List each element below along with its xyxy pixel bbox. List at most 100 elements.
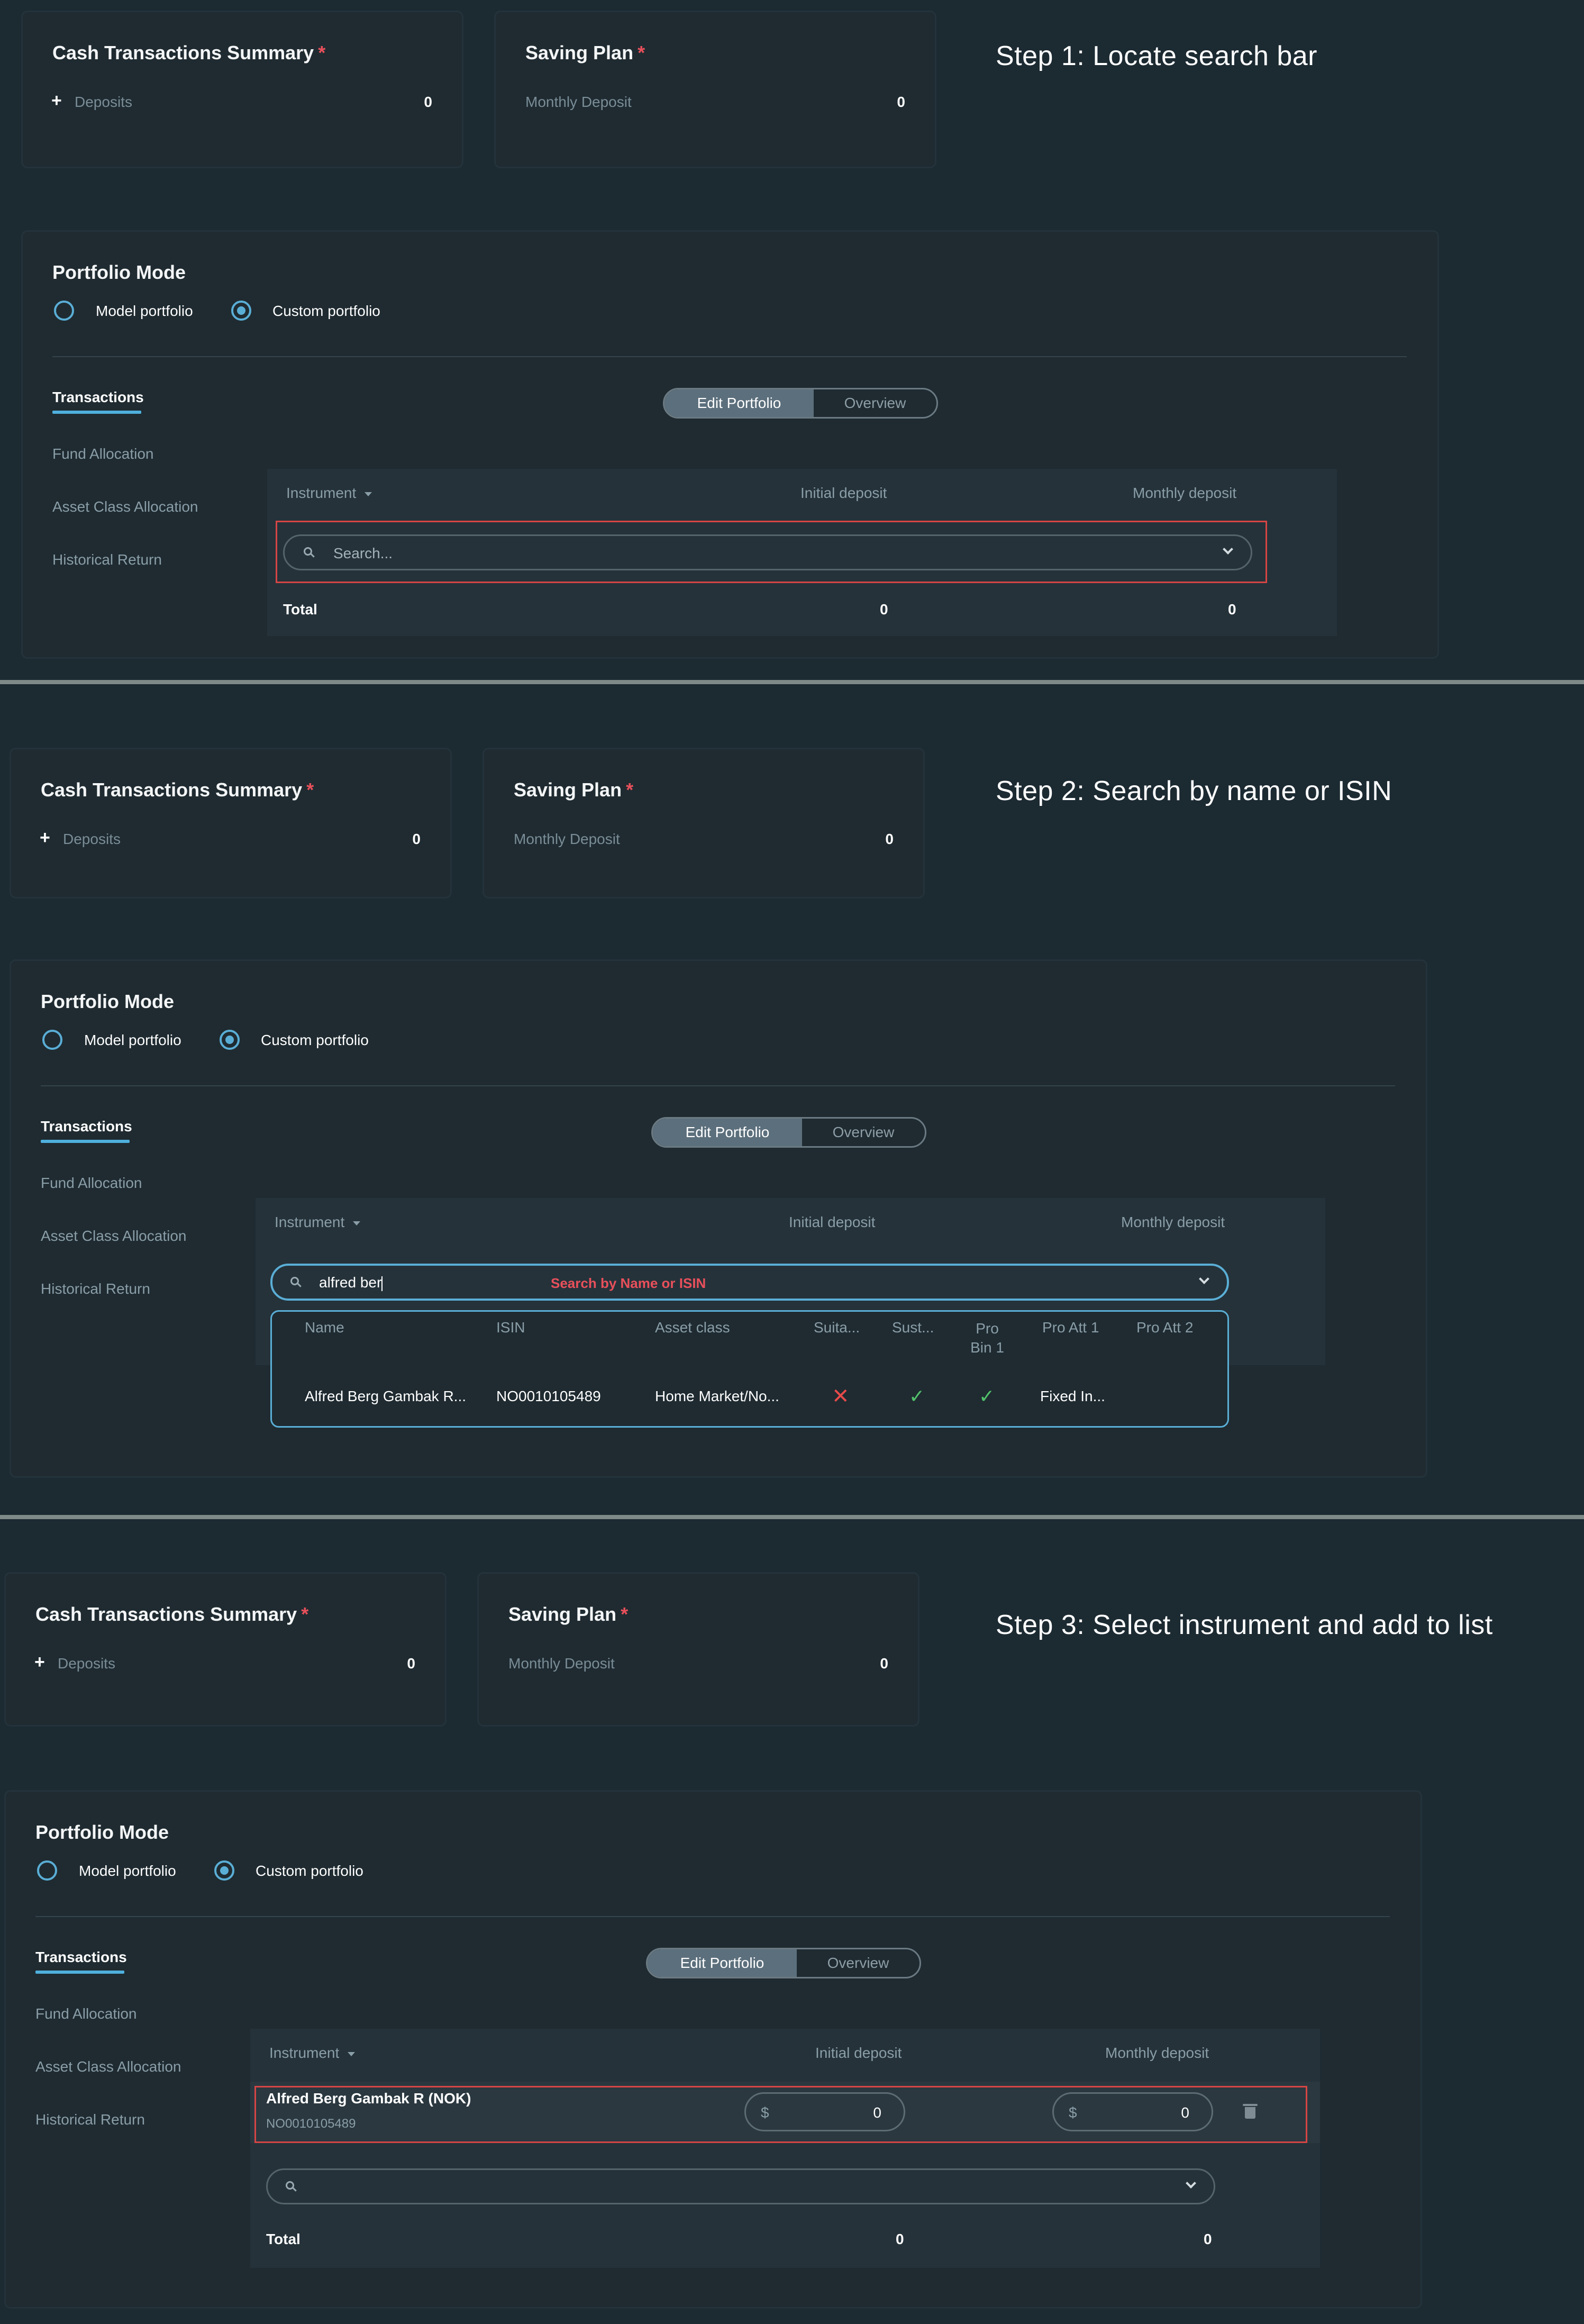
monthly-deposit-header: Monthly deposit (1105, 2045, 1209, 2061)
edit-portfolio-tab[interactable]: Edit Portfolio (648, 1949, 797, 1977)
col-sustainability: Sust... (892, 1319, 934, 1336)
monthly-deposit-header: Monthly deposit (1121, 1214, 1225, 1230)
search-hint: Search by Name or ISIN (551, 1275, 706, 1291)
portfolio-mode-title: Portfolio Mode (41, 991, 174, 1012)
search-input-value[interactable]: alfred ber (319, 1274, 383, 1291)
panel-divider (0, 680, 1584, 684)
col-asset-class: Asset class (655, 1319, 730, 1336)
overview-tab[interactable]: Overview (797, 1949, 920, 1977)
expand-plus-icon[interactable]: + (40, 829, 50, 847)
nav-transactions[interactable]: Transactions (35, 1949, 127, 1966)
deposits-value: 0 (424, 94, 432, 110)
check-icon: ✓ (909, 1385, 925, 1407)
nav-fund-allocation[interactable]: Fund Allocation (41, 1175, 142, 1192)
cash-transactions-card: Cash Transactions Summary * + Deposits 0 (4, 1572, 447, 1727)
initial-deposit-header: Initial deposit (789, 1214, 876, 1230)
expand-plus-icon[interactable]: + (34, 1653, 45, 1671)
step-caption: Step 2: Search by name or ISIN (996, 776, 1392, 806)
total-initial-value: 0 (896, 2231, 904, 2247)
custom-portfolio-radio[interactable] (220, 1030, 240, 1050)
col-pro-att1: Pro Att 1 (1042, 1319, 1099, 1336)
cash-transactions-card: Cash Transactions Summary * + Deposits 0 (21, 11, 463, 168)
search-icon (290, 1277, 299, 1285)
nav-historical-return[interactable]: Historical Return (52, 551, 162, 568)
nav-asset-class-allocation[interactable]: Asset Class Allocation (52, 498, 198, 515)
sort-caret-icon (348, 2051, 356, 2056)
result-row[interactable]: Alfred Berg Gambak R... NO0010105489 Hom… (272, 1381, 1227, 1418)
card-title: Saving Plan * (514, 779, 634, 801)
portfolio-mode-card: Portfolio Mode Model portfolio Custom po… (4, 1790, 1422, 2309)
search-results-dropdown: Name ISIN Asset class Suita... Sust... P… (270, 1310, 1229, 1428)
col-suitability: Suita... (814, 1319, 860, 1336)
nav-fund-allocation[interactable]: Fund Allocation (52, 446, 153, 462)
monthly-deposit-label: Monthly Deposit (514, 831, 620, 847)
required-mark: * (318, 42, 326, 63)
radio-selected-dot (220, 1866, 229, 1875)
deposits-label: Deposits (58, 1655, 115, 1672)
saving-plan-card: Saving Plan * Monthly Deposit 0 (494, 11, 936, 168)
instrument-search-bar[interactable] (266, 2168, 1215, 2204)
result-name: Alfred Berg Gambak R... (305, 1388, 467, 1404)
total-monthly-value: 0 (1204, 2231, 1212, 2247)
view-toggle: Edit Portfolio Overview (651, 1117, 926, 1148)
model-portfolio-label: Model portfolio (79, 1863, 176, 1879)
nav-historical-return[interactable]: Historical Return (41, 1281, 150, 1297)
card-title: Cash Transactions Summary * (41, 779, 314, 801)
required-mark: * (301, 1603, 309, 1625)
nav-transactions[interactable]: Transactions (52, 389, 144, 406)
edit-portfolio-tab[interactable]: Edit Portfolio (664, 389, 814, 417)
model-portfolio-radio[interactable] (37, 1860, 57, 1881)
step2-panel: Cash Transactions Summary * + Deposits 0 … (0, 684, 1584, 1515)
nav-asset-class-allocation[interactable]: Asset Class Allocation (35, 2058, 181, 2075)
initial-deposit-header: Initial deposit (800, 485, 887, 501)
instrument-search-bar[interactable]: Search... (283, 534, 1252, 570)
chevron-down-icon[interactable] (1199, 1274, 1209, 1284)
total-label: Total (266, 2231, 301, 2247)
initial-deposit-header: Initial deposit (815, 2045, 902, 2061)
expand-plus-icon[interactable]: + (51, 92, 62, 110)
saving-plan-card: Saving Plan * Monthly Deposit 0 (477, 1572, 920, 1727)
required-mark: * (638, 42, 645, 63)
custom-portfolio-label: Custom portfolio (272, 303, 380, 319)
step-caption: Step 1: Locate search bar (996, 41, 1317, 71)
custom-portfolio-radio[interactable] (214, 1860, 234, 1881)
instrument-header[interactable]: Instrument (286, 485, 372, 502)
step1-panel: Cash Transactions Summary * + Deposits 0 … (0, 0, 1584, 680)
transactions-table: Instrument Initial deposit Monthly depos… (267, 469, 1337, 636)
model-portfolio-radio[interactable] (54, 301, 74, 321)
result-pro-att1: Fixed In... (1040, 1388, 1105, 1404)
deposits-value: 0 (407, 1655, 415, 1672)
nav-historical-return[interactable]: Historical Return (35, 2111, 145, 2128)
chevron-down-icon[interactable] (1223, 544, 1233, 555)
monthly-deposit-value: 0 (885, 831, 894, 847)
model-portfolio-radio[interactable] (42, 1030, 62, 1050)
transactions-table: Instrument Initial deposit Monthly depos… (250, 2029, 1320, 2268)
text-cursor (381, 1276, 383, 1291)
instrument-search-bar[interactable]: alfred ber Search by Name or ISIN (270, 1264, 1229, 1301)
instrument-header[interactable]: Instrument (275, 1214, 361, 1231)
card-title: Cash Transactions Summary * (35, 1603, 309, 1625)
chevron-down-icon[interactable] (1186, 2178, 1196, 2189)
search-placeholder: Search... (333, 545, 393, 561)
monthly-deposit-header: Monthly deposit (1133, 485, 1237, 501)
view-toggle: Edit Portfolio Overview (646, 1948, 921, 1978)
overview-tab[interactable]: Overview (814, 389, 936, 417)
col-name: Name (305, 1319, 344, 1336)
divider (35, 1916, 1390, 1917)
instrument-header[interactable]: Instrument (269, 2045, 356, 2062)
divider (52, 356, 1407, 357)
col-isin: ISIN (496, 1319, 525, 1336)
custom-portfolio-radio[interactable] (231, 301, 251, 321)
monthly-deposit-value: 0 (897, 94, 905, 110)
monthly-deposit-value: 0 (880, 1655, 888, 1672)
deposits-label: Deposits (63, 831, 121, 847)
card-title: Saving Plan * (508, 1603, 629, 1625)
col-pro-att2: Pro Att 2 (1136, 1319, 1194, 1336)
edit-portfolio-tab[interactable]: Edit Portfolio (653, 1119, 802, 1146)
overview-tab[interactable]: Overview (802, 1119, 925, 1146)
nav-asset-class-allocation[interactable]: Asset Class Allocation (41, 1228, 186, 1245)
nav-transactions[interactable]: Transactions (41, 1118, 132, 1135)
nav-fund-allocation[interactable]: Fund Allocation (35, 2005, 136, 2022)
highlight-box (254, 2086, 1307, 2143)
nav-active-indicator (52, 411, 141, 414)
